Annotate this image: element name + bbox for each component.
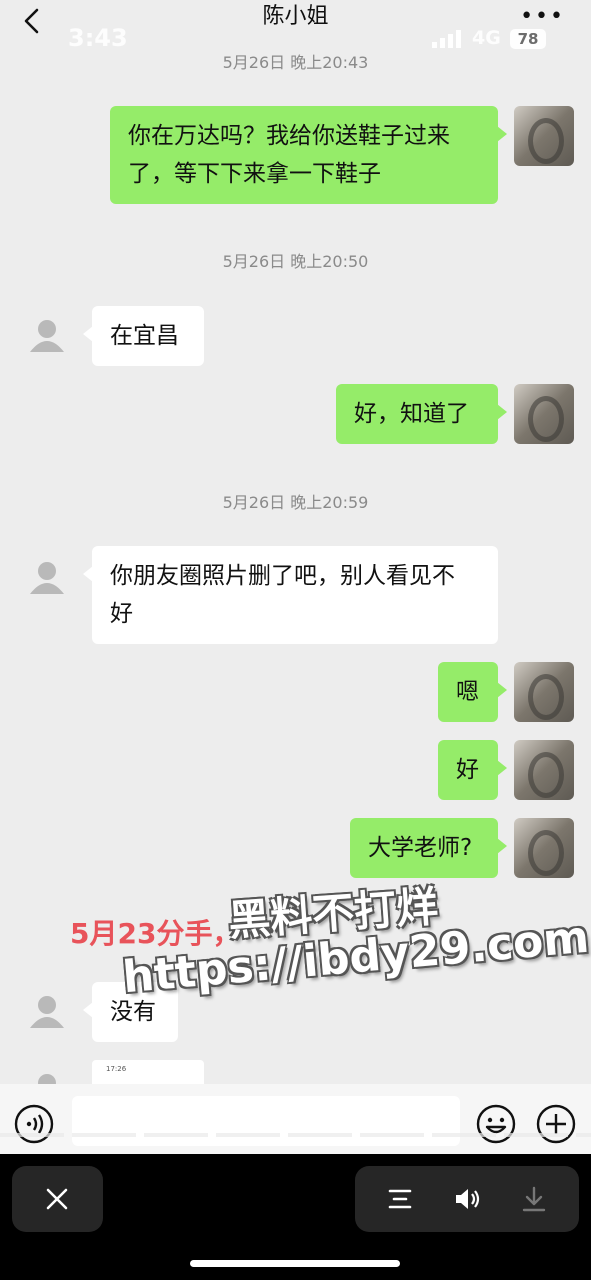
message-input[interactable] xyxy=(72,1096,460,1146)
timestamp: 5月26日 晚上20:43 xyxy=(222,53,369,72)
message-line: 好 xyxy=(110,601,133,627)
message-bubble-sent[interactable]: 嗯 xyxy=(438,662,507,722)
message-bubble-received[interactable]: 在宜昌 xyxy=(83,306,204,366)
message-bubble-sent[interactable]: 好 xyxy=(438,740,507,800)
avatar-other[interactable] xyxy=(30,318,64,352)
home-indicator xyxy=(190,1260,400,1267)
avatar-self[interactable] xyxy=(514,662,574,722)
avatar-other[interactable] xyxy=(30,994,64,1028)
message-bubble-sent[interactable]: 你在万达吗？我给你送鞋子过来 了，等下下来拿一下鞋子 xyxy=(110,106,507,204)
message-line: 你朋友圈照片删了吧，别人看见不 xyxy=(110,563,455,589)
more-options-button[interactable]: ••• xyxy=(520,6,565,28)
menu-lines-icon[interactable] xyxy=(385,1184,415,1214)
progress-segments xyxy=(0,1133,591,1137)
speaker-icon[interactable] xyxy=(452,1184,482,1214)
emoji-icon[interactable] xyxy=(476,1104,516,1144)
close-button[interactable] xyxy=(12,1166,103,1232)
timestamp: 5月26日 晚上20:59 xyxy=(222,493,369,512)
avatar-self[interactable] xyxy=(514,384,574,444)
preview-time: 17:26 xyxy=(106,1065,127,1073)
battery-level: 78 xyxy=(510,29,546,49)
message-line: 好 xyxy=(456,757,479,783)
avatar-self[interactable] xyxy=(514,740,574,800)
avatar-self[interactable] xyxy=(514,818,574,878)
message-bubble-sent[interactable]: 大学老师? xyxy=(350,818,507,878)
message-line: 嗯 xyxy=(456,679,479,705)
message-line: 大学老师? xyxy=(368,835,473,861)
message-line: 好，知道了 xyxy=(354,401,469,427)
message-bubble-received[interactable]: 你朋友圈照片删了吧，别人看见不 好 xyxy=(83,546,498,644)
voice-icon[interactable] xyxy=(14,1104,54,1144)
status-time: 3:43 xyxy=(68,24,128,52)
message-line: 你在万达吗？我给你送鞋子过来 xyxy=(128,123,450,149)
close-icon xyxy=(46,1188,68,1210)
signal-icon xyxy=(432,30,461,48)
network-type: 4G xyxy=(472,27,501,49)
message-bubble-sent[interactable]: 好，知道了 xyxy=(336,384,507,444)
message-line: 了，等下下来拿一下鞋子 xyxy=(128,161,381,187)
plus-icon[interactable] xyxy=(536,1104,576,1144)
avatar-self[interactable] xyxy=(514,106,574,166)
message-line: 在宜昌 xyxy=(110,323,179,349)
avatar-other[interactable] xyxy=(30,560,64,594)
timestamp: 5月26日 晚上20:50 xyxy=(222,252,369,271)
download-icon[interactable] xyxy=(519,1184,549,1214)
